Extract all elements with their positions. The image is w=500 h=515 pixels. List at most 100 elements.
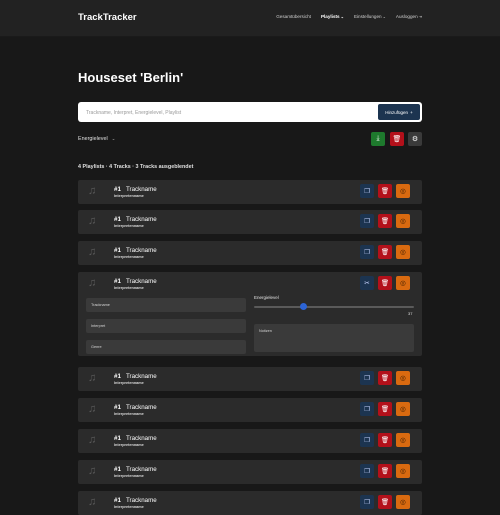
- search-input[interactable]: [84, 105, 378, 121]
- nav-logout-label: Ausloggen: [395, 14, 418, 19]
- energy-slider-track[interactable]: [254, 306, 414, 308]
- music-note-icon: ♫: [88, 465, 97, 477]
- track-name: Trackname: [126, 216, 157, 223]
- track-row[interactable]: ♫ #1 Trackname Interpretenname ❐ 🗑 ◎: [78, 491, 422, 515]
- track-row[interactable]: ♫ #1 Trackname Interpretenname ❐ 🗑 ◎: [78, 398, 422, 422]
- energy-level-label: Energielevel: [254, 295, 279, 300]
- playlist-settings-button[interactable]: ⚙: [408, 132, 422, 146]
- top-navbar: TrackTracker Gesamtübersicht Playlists⌄ …: [0, 0, 500, 37]
- track-name: Trackname: [126, 435, 157, 442]
- add-button-label: Hinzufügen: [385, 109, 409, 115]
- add-track-button[interactable]: Hinzufügen +: [378, 104, 420, 120]
- track-name: Trackname: [126, 373, 157, 380]
- delete-track-button[interactable]: 🗑: [378, 214, 392, 228]
- track-name: Trackname: [126, 497, 157, 504]
- eye-slash-icon: ◎: [400, 375, 406, 382]
- delete-track-button[interactable]: 🗑: [378, 495, 392, 509]
- track-name: Trackname: [126, 186, 157, 193]
- trash-icon: 🗑: [380, 406, 390, 413]
- chevron-down-icon: ⌄: [340, 14, 344, 19]
- duplicate-button[interactable]: ❐: [360, 402, 374, 416]
- hide-track-button[interactable]: ◎: [396, 433, 410, 447]
- trash-icon: 🗑: [380, 499, 390, 506]
- hide-track-button[interactable]: ◎: [396, 464, 410, 478]
- unlink-button[interactable]: ✂: [360, 276, 374, 290]
- duplicate-icon: ❐: [364, 468, 370, 475]
- trash-icon: 🗑: [380, 468, 390, 475]
- track-row[interactable]: ♫ #1 Trackname Interpretenname ❐ 🗑 ◎: [78, 210, 422, 234]
- track-artist: Interpretenname: [114, 474, 144, 478]
- trash-icon: 🗑: [380, 437, 390, 444]
- music-note-icon: ♫: [88, 434, 97, 446]
- music-note-icon: ♫: [88, 215, 97, 227]
- energy-level-value: 37: [408, 311, 413, 316]
- notes-field[interactable]: Notizen: [254, 324, 414, 352]
- playlist-summary: 4 Playlists · 4 Tracks · 3 Tracks ausgeb…: [78, 164, 194, 170]
- track-artist: Interpretenname: [114, 381, 144, 385]
- track-artist: Interpretenname: [114, 412, 144, 416]
- track-artist: Interpretenname: [114, 255, 144, 259]
- trackname-field[interactable]: Trackname: [86, 298, 246, 312]
- duplicate-button[interactable]: ❐: [360, 184, 374, 198]
- duplicate-icon: ❐: [364, 499, 370, 506]
- export-button[interactable]: ⤓: [371, 132, 385, 146]
- track-number: #1: [114, 186, 121, 193]
- brand-logo[interactable]: TrackTracker: [78, 12, 137, 23]
- duplicate-button[interactable]: ❐: [360, 371, 374, 385]
- track-number: #1: [114, 247, 121, 254]
- eye-slash-icon: ◎: [400, 280, 406, 287]
- hide-track-button[interactable]: ◎: [396, 245, 410, 259]
- delete-track-button[interactable]: 🗑: [378, 245, 392, 259]
- delete-track-button[interactable]: 🗑: [378, 433, 392, 447]
- music-note-icon: ♫: [88, 372, 97, 384]
- delete-track-button[interactable]: 🗑: [378, 464, 392, 478]
- interpret-field[interactable]: Interpret: [86, 319, 246, 333]
- eye-slash-icon: ◎: [400, 499, 406, 506]
- nav-overview[interactable]: Gesamtübersicht: [276, 14, 311, 19]
- music-note-icon: ♫: [88, 403, 97, 415]
- energy-filter-dropdown[interactable]: Energielevel ⌄: [78, 136, 115, 142]
- nav-logout[interactable]: Ausloggen⇥: [396, 14, 422, 19]
- hide-track-button[interactable]: ◎: [396, 371, 410, 385]
- energy-slider-thumb[interactable]: [300, 303, 308, 310]
- duplicate-button[interactable]: ❐: [360, 214, 374, 228]
- logout-icon: ⇥: [418, 14, 422, 19]
- nav-settings[interactable]: Einstellungen⌄: [354, 14, 386, 19]
- duplicate-button[interactable]: ❐: [360, 245, 374, 259]
- download-icon: ⤓: [376, 135, 380, 142]
- duplicate-button[interactable]: ❐: [360, 495, 374, 509]
- track-artist: Interpretenname: [114, 505, 144, 509]
- nav-overview-label: Gesamtübersicht: [276, 14, 311, 19]
- track-name: Trackname: [126, 466, 157, 473]
- delete-track-button[interactable]: 🗑: [378, 371, 392, 385]
- hide-track-button[interactable]: ◎: [396, 214, 410, 228]
- track-row[interactable]: ♫ #1 Trackname Interpretenname ❐ 🗑 ◎: [78, 367, 422, 391]
- track-row[interactable]: ♫ #1 Trackname Interpretenname ❐ 🗑 ◎: [78, 180, 422, 204]
- chevron-down-icon: ⌄: [111, 136, 116, 141]
- delete-playlist-button[interactable]: 🗑: [390, 132, 404, 146]
- delete-track-button[interactable]: 🗑: [378, 184, 392, 198]
- duplicate-button[interactable]: ❐: [360, 433, 374, 447]
- eye-slash-icon: ◎: [400, 406, 406, 413]
- hide-track-button[interactable]: ◎: [396, 184, 410, 198]
- eye-slash-icon: ◎: [400, 437, 406, 444]
- eye-slash-icon: ◎: [400, 468, 406, 475]
- duplicate-icon: ❐: [364, 375, 370, 382]
- trash-icon: 🗑: [380, 188, 390, 195]
- hide-track-button[interactable]: ◎: [396, 402, 410, 416]
- duplicate-button[interactable]: ❐: [360, 464, 374, 478]
- hide-track-button[interactable]: ◎: [396, 276, 410, 290]
- nav-playlists[interactable]: Playlists⌄: [321, 14, 344, 19]
- track-row[interactable]: ♫ #1 Trackname Interpretenname ❐ 🗑 ◎: [78, 241, 422, 265]
- track-number: #1: [114, 278, 121, 285]
- trash-icon: 🗑: [380, 375, 390, 382]
- track-row[interactable]: ♫ #1 Trackname Interpretenname ❐ 🗑 ◎: [78, 429, 422, 453]
- track-row[interactable]: ♫ #1 Trackname Interpretenname ✂ 🗑 ◎ Trackname I…: [78, 272, 422, 356]
- nav-settings-label: Einstellungen: [353, 14, 382, 19]
- hide-track-button[interactable]: ◎: [396, 495, 410, 509]
- delete-track-button[interactable]: 🗑: [378, 276, 392, 290]
- genre-field[interactable]: Genre: [86, 340, 246, 354]
- chevron-down-icon: ⌄: [382, 14, 386, 19]
- delete-track-button[interactable]: 🗑: [378, 402, 392, 416]
- track-row[interactable]: ♫ #1 Trackname Interpretenname ❐ 🗑 ◎: [78, 460, 422, 484]
